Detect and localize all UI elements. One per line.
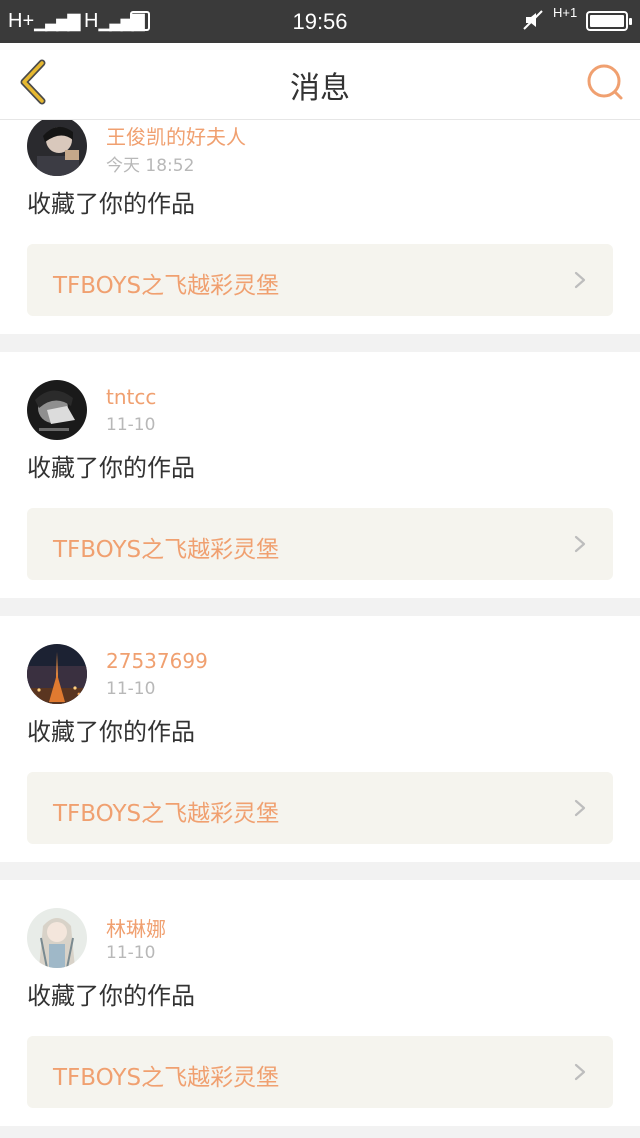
notification-card: 27537699 11-10 收藏了你的作品 TFBOYS之飞越彩灵堡 — [0, 616, 640, 862]
timestamp: 11-10 — [106, 679, 156, 699]
search-button[interactable] — [584, 61, 626, 103]
search-icon — [587, 64, 623, 100]
work-title: TFBOYS之飞越彩灵堡 — [53, 801, 280, 827]
username[interactable]: 27537699 — [106, 649, 208, 673]
action-text: 收藏了你的作品 — [27, 190, 195, 218]
page-title: 消息 — [290, 71, 350, 106]
user-avatar[interactable] — [27, 116, 87, 176]
user-avatar[interactable] — [27, 380, 87, 440]
username[interactable]: tntcc — [106, 385, 156, 409]
action-text: 收藏了你的作品 — [27, 718, 195, 746]
avatar-image — [27, 380, 87, 440]
work-link[interactable]: TFBOYS之飞越彩灵堡 — [27, 772, 613, 844]
timestamp: 11-10 — [106, 415, 156, 435]
work-link[interactable]: TFBOYS之飞越彩灵堡 — [27, 1036, 613, 1108]
timestamp: 今天 18:52 — [106, 156, 195, 176]
mute-icon — [523, 10, 543, 30]
work-title: TFBOYS之飞越彩灵堡 — [53, 273, 280, 299]
avatar-image — [27, 644, 87, 704]
timestamp: 11-10 — [106, 943, 156, 963]
work-title: TFBOYS之飞越彩灵堡 — [53, 537, 280, 563]
work-link[interactable]: TFBOYS之飞越彩灵堡 — [27, 508, 613, 580]
chevron-right-icon — [574, 535, 586, 553]
work-title: TFBOYS之飞越彩灵堡 — [53, 1065, 280, 1091]
work-link[interactable]: TFBOYS之飞越彩灵堡 — [27, 244, 613, 316]
chevron-right-icon — [574, 1063, 586, 1081]
network-type: H+1 — [553, 5, 578, 20]
notification-feed[interactable]: 王俊凯的好夫人 今天 18:52 收藏了你的作品 TFBOYS之飞越彩灵堡 tn… — [0, 0, 640, 1138]
status-bar: H+▁▃▅▇ H▁▃▅▇ S 19:56 H+1 — [0, 0, 640, 43]
clock: 19:56 — [292, 9, 348, 34]
action-text: 收藏了你的作品 — [27, 982, 195, 1010]
username[interactable]: 王俊凯的好夫人 — [106, 121, 246, 150]
battery-icon — [586, 11, 632, 31]
action-text: 收藏了你的作品 — [27, 454, 195, 482]
avatar-image — [27, 908, 87, 968]
chevron-right-icon — [574, 271, 586, 289]
user-avatar[interactable] — [27, 644, 87, 704]
nav-bar: 消息 — [0, 43, 640, 120]
notification-card: 林琳娜 11-10 收藏了你的作品 TFBOYS之飞越彩灵堡 — [0, 880, 640, 1126]
notification-card: 王俊凯的好夫人 今天 18:52 收藏了你的作品 TFBOYS之飞越彩灵堡 — [0, 88, 640, 334]
avatar-image — [27, 116, 87, 176]
username[interactable]: 林琳娜 — [106, 913, 166, 942]
chevron-right-icon — [574, 799, 586, 817]
user-avatar[interactable] — [27, 908, 87, 968]
notification-card: tntcc 11-10 收藏了你的作品 TFBOYS之飞越彩灵堡 — [0, 352, 640, 598]
